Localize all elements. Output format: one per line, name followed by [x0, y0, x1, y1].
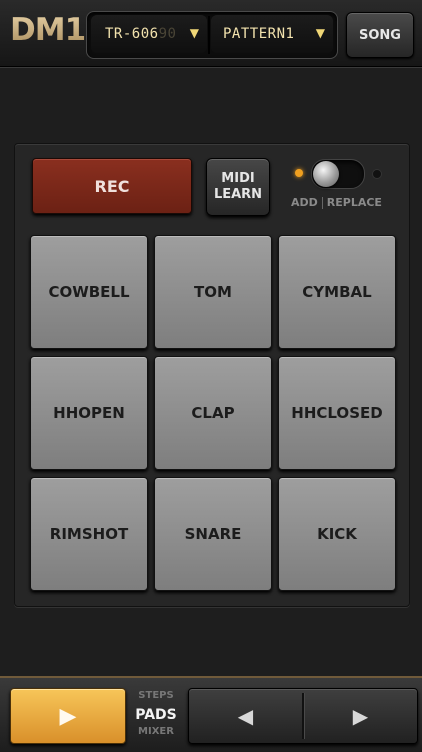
- add-replace-switch[interactable]: [311, 159, 365, 189]
- pad-grid: COWBELL TOM CYMBAL HHOPEN CLAP HHCLOSED …: [30, 235, 396, 591]
- view-pads[interactable]: PADS: [132, 704, 180, 726]
- pattern-nav: ◀ ▶: [188, 688, 418, 744]
- pad-cowbell[interactable]: COWBELL: [30, 235, 148, 349]
- midi-learn-button[interactable]: MIDI LEARN: [206, 158, 270, 216]
- pattern-name: PATTERN1: [223, 26, 295, 42]
- pad-kick[interactable]: KICK: [278, 477, 396, 591]
- mode-labels: ADD REPLACE: [291, 196, 382, 209]
- replace-led-indicator: [372, 169, 382, 179]
- midi-learn-label-line1: MIDI: [221, 171, 255, 186]
- pad-tom[interactable]: TOM: [154, 235, 272, 349]
- pattern-selector[interactable]: PATTERN1 ▼: [211, 15, 333, 53]
- arrow-right-icon: ▶: [352, 704, 369, 728]
- rec-button[interactable]: REC: [32, 158, 192, 214]
- app-logo: DM1: [10, 12, 86, 48]
- song-button[interactable]: SONG: [346, 12, 414, 58]
- add-label: ADD: [291, 196, 318, 209]
- pad-clap[interactable]: CLAP: [154, 356, 272, 470]
- play-button[interactable]: ▶: [10, 688, 126, 744]
- kit-dropdown-icon: ▼: [189, 26, 199, 40]
- pad-snare[interactable]: SNARE: [154, 477, 272, 591]
- kit-name-overflow: 90: [158, 26, 177, 42]
- arrow-left-icon: ◀: [237, 704, 254, 728]
- kit-name: TR-60690: [105, 26, 177, 42]
- pattern-dropdown-icon: ▼: [315, 26, 325, 40]
- view-steps[interactable]: STEPS: [132, 690, 180, 704]
- pad-rimshot[interactable]: RIMSHOT: [30, 477, 148, 591]
- mode-separator: [321, 196, 323, 209]
- kit-selector[interactable]: TR-60690 ▼: [91, 15, 207, 53]
- next-button[interactable]: ▶: [304, 689, 417, 743]
- previous-button[interactable]: ◀: [189, 689, 302, 743]
- switch-knob[interactable]: [313, 161, 339, 187]
- pad-cymbal[interactable]: CYMBAL: [278, 235, 396, 349]
- kit-pattern-selector: TR-60690 ▼ PATTERN1 ▼: [86, 11, 338, 59]
- replace-label: REPLACE: [326, 196, 382, 209]
- add-led-indicator: [295, 169, 303, 177]
- view-mixer[interactable]: MIXER: [132, 726, 180, 740]
- transport-bar: ▶ STEPS PADS MIXER ◀ ▶: [0, 676, 422, 752]
- pad-hhclosed[interactable]: HHCLOSED: [278, 356, 396, 470]
- pad-hhopen[interactable]: HHOPEN: [30, 356, 148, 470]
- view-switcher: STEPS PADS MIXER: [132, 690, 180, 740]
- selector-divider: [208, 16, 210, 54]
- play-icon: ▶: [59, 703, 77, 729]
- midi-learn-label-line2: LEARN: [213, 187, 263, 202]
- top-bar: DM1 TR-60690 ▼ PATTERN1 ▼ SONG: [0, 0, 422, 67]
- pads-panel: REC MIDI LEARN ADD REPLACE COWBELL TOM C…: [14, 143, 410, 607]
